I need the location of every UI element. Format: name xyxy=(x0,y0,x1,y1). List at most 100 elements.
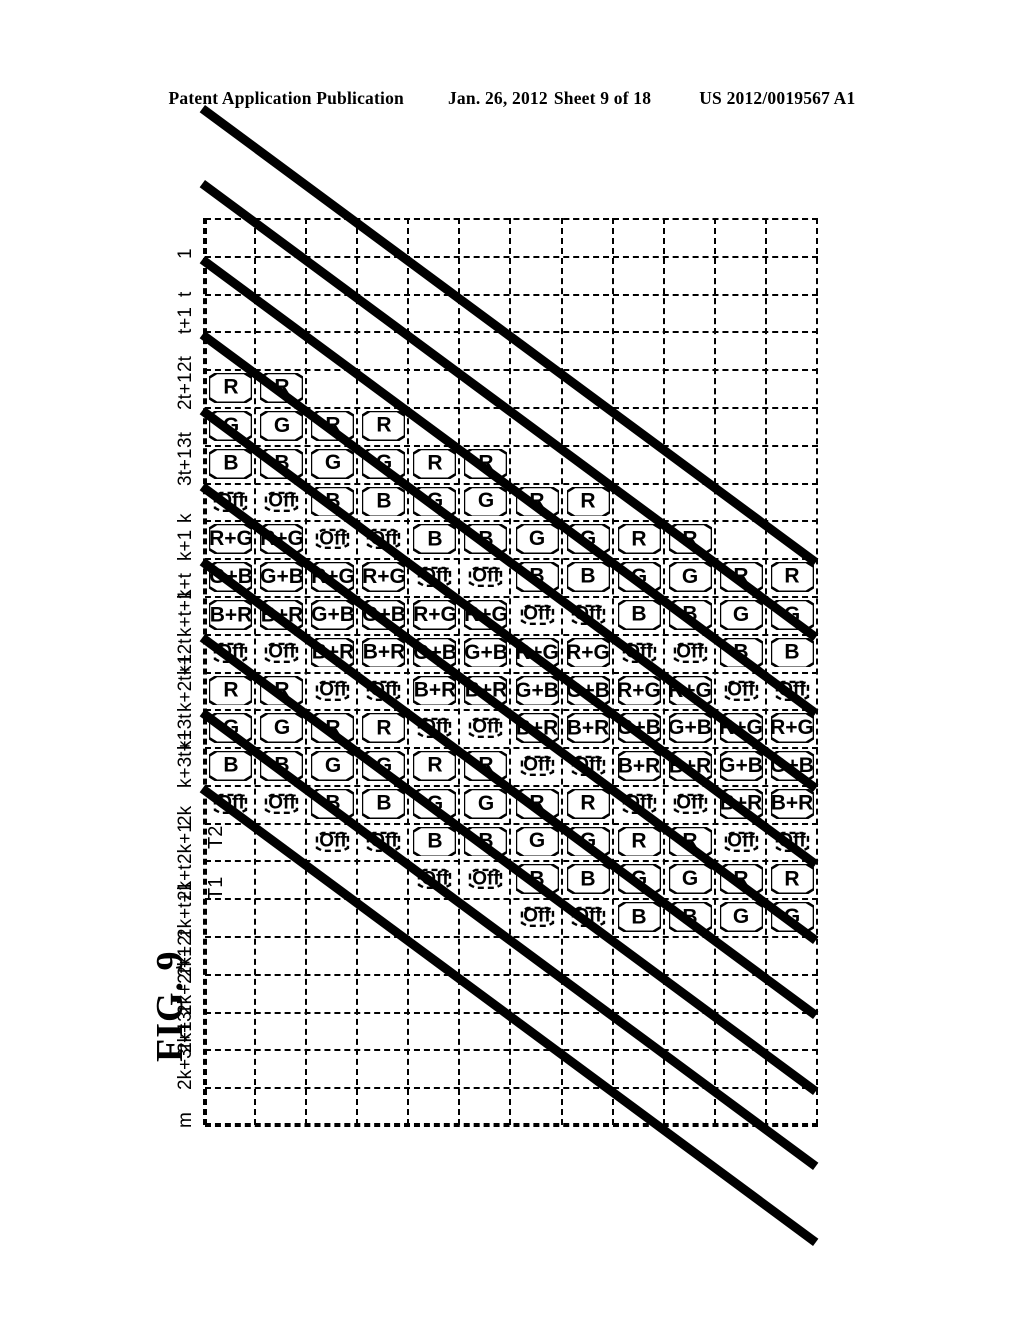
cell-state-label: B+R xyxy=(617,753,661,777)
row-tick-label: m xyxy=(175,1112,196,1129)
cell-state-label: B+R xyxy=(413,678,457,702)
cell-state-label: R xyxy=(733,565,749,589)
cell-state-label: R+G xyxy=(361,565,406,589)
cell-state-label: G xyxy=(733,905,750,929)
cell-state-label: Off xyxy=(319,830,347,852)
row-tick-label: t xyxy=(175,291,196,297)
cell-state-label: B xyxy=(580,867,596,891)
cell-state-label: B xyxy=(427,829,443,853)
cell-state-label: B+R xyxy=(566,716,610,740)
cell-state-label: Off xyxy=(216,490,245,512)
cell-hexagon: G+B xyxy=(771,751,814,781)
cell-state-label: G xyxy=(426,791,444,815)
grid-column-divider xyxy=(205,218,818,220)
cell-state-label: Off xyxy=(778,679,807,701)
cell-state-label: B xyxy=(222,753,239,777)
cell-state-label: G+B xyxy=(310,602,355,626)
cell-state-label: G xyxy=(631,565,648,589)
cell-state-label: R+G xyxy=(770,716,815,740)
cell-hexagon-off: Off xyxy=(720,676,763,706)
row-tick-label: k+1 xyxy=(175,530,196,562)
cell-state-label: R xyxy=(325,716,341,740)
cell-hexagon: B xyxy=(362,486,406,517)
cell-state-label: Off xyxy=(267,490,296,512)
cell-hexagon: G+B xyxy=(668,713,713,744)
cell-state-label: G xyxy=(324,451,341,475)
row-tick-label: 2t+1 xyxy=(175,372,196,411)
cell-hexagon: G xyxy=(260,713,304,744)
cell-hexagon: B+R xyxy=(719,788,763,819)
cell-state-label: R xyxy=(222,678,239,702)
cell-hexagon: R xyxy=(770,864,814,895)
cell-hexagon: G xyxy=(515,524,559,555)
row-tick-label: k xyxy=(175,513,196,524)
cell-state-label: B+R xyxy=(515,716,559,740)
cell-hexagon: G+B xyxy=(362,599,406,630)
time-boundary-line xyxy=(764,218,767,1125)
cell-state-label: Off xyxy=(676,641,705,663)
row-tick-label: 2k+t xyxy=(175,864,196,902)
cell-hexagon: B xyxy=(566,864,610,895)
cell-state-label: G xyxy=(579,527,597,551)
cell-state-label: G+B xyxy=(617,716,662,740)
grid-column-divider xyxy=(205,1087,818,1090)
cell-state-label: R xyxy=(580,489,596,513)
cell-hexagon: B xyxy=(617,902,661,933)
grid-column-divider xyxy=(205,1049,818,1052)
cell-hexagon: G xyxy=(311,751,355,781)
cell-state-label: R xyxy=(376,716,392,740)
cell-hexagon: R+G xyxy=(617,675,661,706)
cell-state-label: B xyxy=(682,602,698,626)
cell-state-label: B xyxy=(325,791,341,815)
cell-hexagon-off: Off xyxy=(464,713,507,743)
cell-state-label: R+G xyxy=(566,640,611,664)
row-tick-label: 2k xyxy=(175,805,196,826)
cell-state-label: R xyxy=(325,413,341,437)
cell-state-label: B+R xyxy=(362,640,406,664)
cell-state-label: R xyxy=(631,829,647,853)
cell-hexagon-off: Off xyxy=(260,789,303,819)
cell-hexagon: G xyxy=(668,864,712,895)
cell-state-label: B xyxy=(325,489,341,513)
cell-hexagon: B+R xyxy=(515,713,559,744)
cell-hexagon: R xyxy=(413,751,457,781)
grid-cell: G+B xyxy=(665,709,716,747)
row-tick-label: k+t+1 xyxy=(175,589,196,637)
cell-hexagon: R+G xyxy=(566,637,611,668)
cell-state-label: R+G xyxy=(310,565,355,589)
cell-hexagon: B xyxy=(362,788,406,819)
cell-hexagon: G+B xyxy=(515,675,559,706)
cell-hexagon: B+R xyxy=(566,713,610,744)
cell-state-label: B xyxy=(478,527,494,551)
cell-state-label: G xyxy=(682,867,699,891)
cell-state-label: B+R xyxy=(464,678,508,702)
time-axis-label-t1: T1 xyxy=(205,876,227,900)
cell-state-label: B xyxy=(682,905,698,929)
cell-state-label: Off xyxy=(574,754,602,776)
cell-state-label: Off xyxy=(625,792,653,814)
cell-hexagon-off: Off xyxy=(669,638,712,668)
cell-hexagon: G+B xyxy=(720,751,763,781)
cell-state-label: B xyxy=(376,489,392,513)
cell-state-label: G+B xyxy=(719,753,764,777)
cell-hexagon: B xyxy=(413,524,457,555)
cell-state-label: G+B xyxy=(668,716,713,740)
cell-hexagon-off: Off xyxy=(464,562,507,592)
cell-state-label: B xyxy=(274,753,290,777)
cell-hexagon-off: Off xyxy=(669,789,712,819)
cell-hexagon-off: Off xyxy=(311,524,354,554)
cell-hexagon: G xyxy=(668,562,712,592)
cell-state-label: Off xyxy=(216,641,245,663)
cell-state-label: Off xyxy=(472,566,500,588)
cell-hexagon: B+R xyxy=(770,788,814,819)
cell-state-label: R xyxy=(682,527,698,551)
grid-column-divider xyxy=(205,1125,818,1127)
cell-state-label: G xyxy=(528,829,546,853)
time-boundary-line xyxy=(713,218,716,1125)
cell-state-label: R xyxy=(682,829,698,853)
cell-state-label: Off xyxy=(370,679,398,701)
cell-hexagon: B xyxy=(770,637,814,668)
cell-hexagon: G+B xyxy=(464,637,508,668)
row-tick-label: 1 xyxy=(175,248,196,259)
cell-state-label: Off xyxy=(370,528,398,550)
